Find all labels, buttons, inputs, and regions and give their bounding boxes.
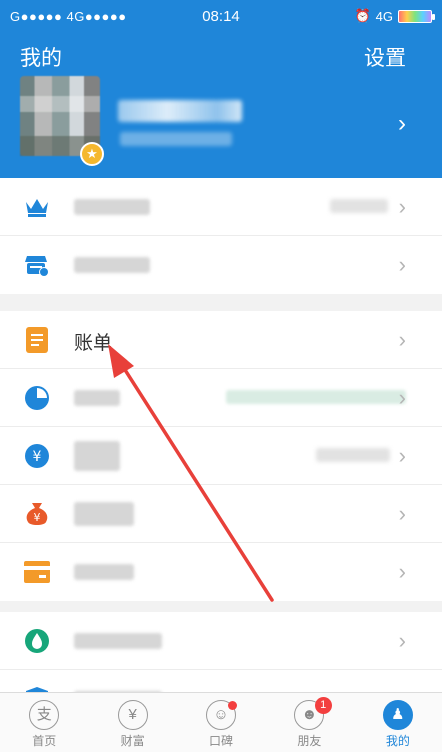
network-type: 4G	[375, 8, 393, 24]
blurred-label	[74, 199, 150, 215]
blurred-label	[74, 633, 162, 649]
unread-badge: 1	[314, 697, 332, 714]
blurred-label	[74, 390, 120, 406]
list-item[interactable]: ›	[0, 236, 442, 294]
carrier-signal: G●●●●● 4G●●●●●	[10, 8, 127, 24]
chevron-right-icon: ›	[398, 501, 406, 526]
profile-header: 我的 设置 ★ ›	[0, 32, 442, 178]
tab-mine[interactable]: ♟ 我的	[354, 693, 442, 752]
svg-text:¥: ¥	[34, 511, 41, 524]
chevron-right-icon: ›	[398, 194, 406, 219]
blurred-label	[74, 564, 134, 580]
tab-label: 财富	[120, 734, 145, 748]
blurred-value	[226, 390, 406, 404]
tab-koubei[interactable]: ☺ 口碑	[177, 693, 265, 752]
star-icon: ★	[80, 142, 104, 166]
yuan-icon: ¥	[117, 700, 148, 730]
store-icon	[24, 252, 50, 278]
card-icon	[24, 559, 50, 585]
blurred-label	[74, 502, 134, 526]
blurred-value	[316, 448, 390, 462]
bill-icon	[24, 327, 50, 353]
blurred-label	[74, 441, 120, 471]
crown-icon	[24, 194, 50, 220]
tab-bar: 支 首页 ¥ 财富 ☺ 口碑 ☻ 1 朋友 ♟ 我的	[0, 692, 442, 752]
notification-dot	[228, 701, 238, 710]
status-icons: ⏰ 4G	[354, 8, 435, 24]
menu-group-1: › ›	[0, 178, 442, 294]
list-item[interactable]: ›	[0, 543, 442, 601]
settings-button[interactable]: 设置	[364, 42, 406, 72]
tab-label: 首页	[32, 734, 57, 748]
blurred-value	[330, 199, 388, 213]
tab-label: 口碑	[209, 734, 234, 748]
tab-wealth[interactable]: ¥ 财富	[88, 693, 176, 752]
page-title: 我的	[20, 47, 62, 70]
tab-friends[interactable]: ☻ 1 朋友	[265, 693, 353, 752]
chevron-right-icon: ›	[398, 385, 406, 410]
list-item[interactable]: ¥ ›	[0, 485, 442, 543]
status-bar: G●●●●● 4G●●●●● 08:14 ⏰ 4G	[0, 0, 442, 32]
list-item[interactable]: ¥ ›	[0, 427, 442, 485]
money-bag-icon: ¥	[24, 501, 50, 527]
chevron-right-icon[interactable]: ›	[398, 110, 406, 138]
list-item[interactable]: ›	[0, 369, 442, 427]
svg-text:¥: ¥	[33, 449, 42, 465]
menu-group-2: 账单 › › ¥ › ¥ › ›	[0, 311, 442, 601]
tab-home[interactable]: 支 首页	[0, 693, 88, 752]
list-item[interactable]: ›	[0, 612, 442, 670]
alarm-icon: ⏰	[354, 8, 371, 23]
bill-item[interactable]: 账单 ›	[0, 311, 442, 369]
person-icon: ♟	[382, 700, 413, 730]
alipay-icon: 支	[29, 700, 60, 730]
blurred-label	[74, 257, 150, 273]
tab-label: 朋友	[297, 734, 322, 748]
pie-chart-icon	[24, 385, 50, 411]
chevron-right-icon: ›	[398, 628, 406, 653]
list-item[interactable]: ›	[0, 178, 442, 236]
chevron-right-icon: ›	[398, 327, 406, 352]
chevron-right-icon: ›	[398, 443, 406, 468]
bill-label: 账单	[74, 333, 113, 354]
battery-icon	[398, 9, 435, 23]
user-account-blurred	[120, 132, 232, 146]
yuan-coin-icon: ¥	[24, 443, 50, 469]
chevron-right-icon: ›	[398, 559, 406, 584]
tab-label: 我的	[385, 734, 410, 748]
user-name-blurred	[118, 100, 242, 122]
chevron-right-icon: ›	[398, 252, 406, 277]
droplet-icon	[24, 628, 50, 654]
